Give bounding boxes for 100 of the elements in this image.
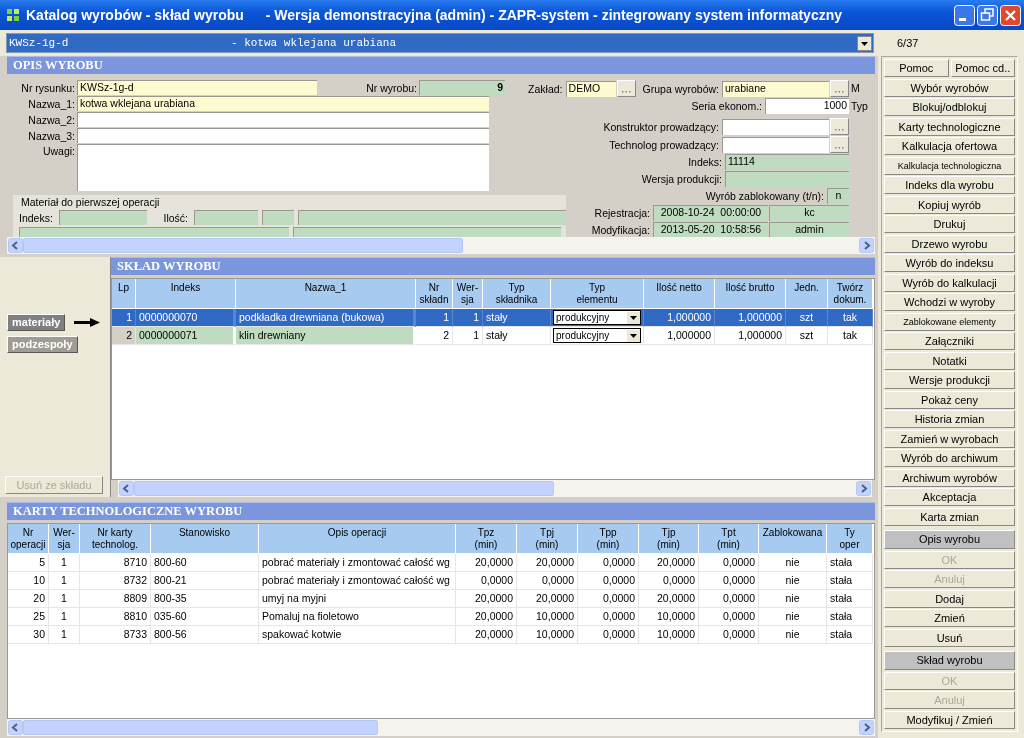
browse-button[interactable] <box>616 80 636 97</box>
field-label: Wersja produkcji: <box>641 173 723 185</box>
column-header[interactable]: Typ składnika <box>483 279 551 309</box>
table-cell: 2 <box>416 327 453 345</box>
table-cell: pobrać materiały i zmontować całość wg <box>259 572 456 590</box>
toolbar-button[interactable]: Dodaj <box>884 589 1015 608</box>
toolbar-button[interactable]: Indeks dla wyrobu <box>884 176 1015 194</box>
toolbar-button[interactable]: Kopiuj wyrób <box>884 195 1015 214</box>
toolbar-button[interactable]: Drukuj <box>884 215 1015 233</box>
column-header[interactable]: Ty oper <box>827 524 873 554</box>
table-cell: 20,0000 <box>639 554 699 572</box>
scrollbar-thumb[interactable] <box>134 481 554 496</box>
readonly-field: admin <box>769 222 849 238</box>
column-header[interactable]: Nr składn <box>416 279 453 309</box>
toolbar-button[interactable]: Notatki <box>884 351 1015 370</box>
toolbar-button[interactable]: Pomoc <box>884 59 949 77</box>
toolbar-button[interactable]: Wyrób do kalkulacji <box>884 273 1015 292</box>
column-header[interactable]: Ilość brutto <box>715 279 786 309</box>
column-header[interactable]: Tpt (min) <box>699 524 759 554</box>
toolbar-button[interactable]: Wybór wyrobów <box>884 78 1015 97</box>
column-header[interactable]: Tpz (min) <box>456 524 517 554</box>
horizontal-scrollbar[interactable] <box>7 719 875 736</box>
table-row[interactable]: 2 0000000071 klin drewniany 2 1 stały produkcyjny 1,000000 1,000000 szt tak <box>112 327 874 345</box>
column-header[interactable]: Jedn. <box>786 279 828 309</box>
toolbar-button[interactable]: Zamień w wyrobach <box>884 429 1015 448</box>
column-header[interactable]: Stanowisko <box>151 524 259 554</box>
toolbar-button[interactable]: Drzewo wyrobu <box>884 234 1015 253</box>
table-cell: 1 <box>49 572 80 590</box>
column-header[interactable]: Tpp (min) <box>578 524 639 554</box>
readonly-field: n <box>827 188 849 204</box>
column-header[interactable]: Tjp (min) <box>639 524 699 554</box>
toolbar-button[interactable]: Zablokowane elementy <box>884 312 1015 331</box>
product-dropdown[interactable]: KWSz-1g-d - kotwa wklejana urabiana <box>6 33 874 53</box>
toolbar-button[interactable]: Akceptacja <box>884 488 1015 506</box>
toolbar-button[interactable]: Wyrób do indeksu <box>884 254 1015 272</box>
app-icon <box>6 8 20 22</box>
column-header[interactable]: Ilość netto <box>644 279 715 309</box>
browse-button[interactable] <box>830 80 849 97</box>
toolbar-button[interactable]: Karty technologiczne <box>884 117 1015 136</box>
section-header: OPIS WYROBU <box>7 56 875 74</box>
input-field[interactable] <box>722 118 829 135</box>
close-button[interactable] <box>1000 4 1021 26</box>
column-header[interactable]: Twórz dokum. <box>828 279 873 309</box>
input-field[interactable] <box>77 112 489 127</box>
browse-button[interactable] <box>830 136 849 153</box>
column-header[interactable]: Nr operacji <box>8 524 49 554</box>
toolbar-button[interactable]: Kalkulacja technologiczna <box>884 156 1015 175</box>
input-field[interactable] <box>77 144 489 191</box>
table-cell: 20,0000 <box>456 554 517 572</box>
input-field[interactable]: 1000 <box>765 98 849 114</box>
field-label: Nr rysunku: <box>20 81 76 94</box>
toolbar-button[interactable]: Modyfikuj / Zmień <box>884 710 1015 729</box>
ellipsis-icon <box>835 146 844 149</box>
toolbar-button[interactable]: Usuń <box>884 628 1015 647</box>
input-field[interactable] <box>722 136 829 153</box>
column-header[interactable]: Indeks <box>136 279 236 309</box>
horizontal-scrollbar[interactable] <box>118 480 872 497</box>
toolbar-button[interactable]: Karta zmian <box>884 507 1015 526</box>
ellipsis-icon <box>835 128 844 131</box>
toolbar-button[interactable]: Wyrób do archiwum <box>884 449 1015 467</box>
category-button[interactable]: materiały <box>7 313 66 331</box>
horizontal-scrollbar[interactable] <box>7 237 875 254</box>
toolbar-button[interactable]: Wchodzi w wyroby <box>884 293 1015 311</box>
field-label: Grupa wyrobów: <box>642 82 720 95</box>
scrollbar-thumb[interactable] <box>23 238 463 253</box>
toolbar-button[interactable]: Pomoc cd.. <box>950 59 1015 77</box>
column-header[interactable]: Wer- sja <box>49 524 80 554</box>
column-header[interactable]: Nazwa_1 <box>236 279 416 309</box>
column-header[interactable]: Tpj (min) <box>517 524 578 554</box>
column-header[interactable]: Nr karty technolog. <box>80 524 151 554</box>
toolbar-button[interactable]: Załączniki <box>884 332 1015 350</box>
column-header[interactable]: Zablokowana <box>759 524 827 554</box>
column-header[interactable]: Lp <box>112 279 136 309</box>
input-field[interactable] <box>77 128 489 143</box>
table-cell: 0000000071 <box>136 327 236 345</box>
toolbar-button[interactable]: Blokuj/odblokuj <box>884 98 1015 116</box>
field-label: Modyfikacja: <box>591 224 651 236</box>
type-dropdown[interactable]: produkcyjny <box>553 310 641 325</box>
table-row[interactable]: 1 0000000070 podkładka drewniana (bukowa) 1 1 stały produkcyjny 1,000000 1,000000 szt tak <box>112 309 874 327</box>
restore-button[interactable] <box>977 4 998 26</box>
toolbar-button[interactable]: Archiwum wyrobów <box>884 468 1015 487</box>
minimize-button[interactable] <box>954 4 975 26</box>
field-label: Wyrób zablokowany (t/n): <box>705 190 825 202</box>
input-field[interactable]: urabiane <box>722 80 829 97</box>
toolbar-button[interactable]: Kalkulacja ofertowa <box>884 137 1015 155</box>
type-dropdown[interactable]: produkcyjny <box>553 328 641 343</box>
toolbar-button[interactable]: Zmień <box>884 609 1015 627</box>
column-header[interactable]: Opis operacji <box>259 524 456 554</box>
table-cell: 1,000000 <box>644 327 715 345</box>
browse-button[interactable] <box>830 118 849 135</box>
scrollbar-thumb[interactable] <box>23 720 378 735</box>
toolbar-button[interactable]: Wersje produkcji <box>884 371 1015 389</box>
column-header[interactable]: Wer- sja <box>453 279 483 309</box>
input-field[interactable]: kotwa wklejana urabiana <box>77 96 489 111</box>
input-field[interactable]: KWSz-1g-d <box>77 80 317 95</box>
toolbar-button[interactable]: Historia zmian <box>884 410 1015 428</box>
field-label: Typ <box>851 99 868 114</box>
column-header[interactable]: Typ elementu <box>551 279 644 309</box>
input-field[interactable]: DEMO <box>565 80 616 97</box>
toolbar-button[interactable]: Pokaż ceny <box>884 390 1015 409</box>
